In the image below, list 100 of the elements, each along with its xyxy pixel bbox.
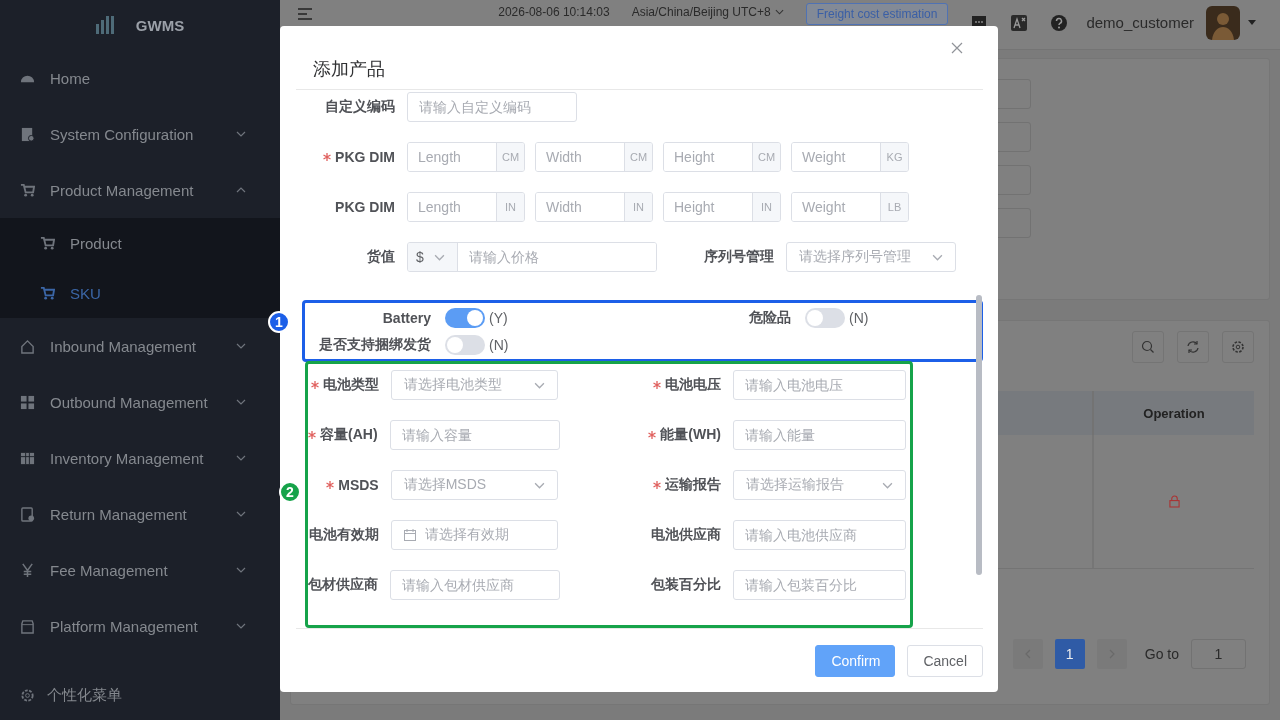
- page-button[interactable]: 1: [1054, 639, 1085, 669]
- field-label: 货值: [367, 248, 395, 266]
- toggle-switch[interactable]: [445, 334, 485, 355]
- select-field[interactable]: 请选择序列号管理: [786, 242, 956, 272]
- input-field[interactable]: Weight KG: [791, 142, 909, 172]
- close-icon: [951, 42, 963, 54]
- input-field[interactable]: 请输入包材供应商: [390, 570, 560, 601]
- receipt-icon: [20, 506, 35, 522]
- required-icon: [653, 381, 661, 390]
- custom-menu-link[interactable]: 个性化菜单: [0, 670, 280, 720]
- menu-item[interactable]: Return Management: [0, 486, 266, 542]
- document-icon: [20, 126, 35, 142]
- input-field[interactable]: Weight LB: [791, 192, 909, 222]
- scrollbar[interactable]: [976, 295, 982, 575]
- select-field[interactable]: 请选择运输报告: [733, 470, 906, 501]
- input-field[interactable]: 请输入容量: [389, 420, 560, 451]
- house-icon: [20, 338, 35, 354]
- grid-icon: [20, 394, 35, 410]
- field-label: MSDS: [338, 477, 379, 494]
- currency-select[interactable]: $: [408, 243, 458, 271]
- chevron-down-icon: [236, 511, 246, 517]
- menu-item[interactable]: System Configuration: [0, 106, 266, 162]
- store-icon: [20, 618, 35, 634]
- current-time: 2026-08-06 10:14:03: [498, 4, 610, 19]
- required-icon: [323, 153, 332, 161]
- goto-label: Go to: [1144, 646, 1179, 662]
- chevron-down-icon: [534, 481, 545, 489]
- select-field[interactable]: 请选择电池类型: [390, 370, 558, 401]
- username[interactable]: demo_customer: [1086, 14, 1194, 31]
- unit-label: IN: [624, 193, 652, 221]
- field-label: 电池供应商: [651, 526, 721, 545]
- input-field[interactable]: Width CM: [535, 142, 653, 172]
- help-icon[interactable]: [1050, 13, 1069, 32]
- menu-icon[interactable]: [297, 6, 313, 21]
- input-field[interactable]: 请输入包装百分比: [733, 570, 906, 601]
- menu-item[interactable]: Outbound Management: [0, 374, 266, 430]
- menu-item[interactable]: Product Management: [0, 162, 266, 218]
- goto-input[interactable]: 1: [1191, 639, 1246, 669]
- column-header: Operation: [1142, 404, 1206, 423]
- input-field[interactable]: Height CM: [663, 142, 781, 172]
- input-field[interactable]: $ 请输入价格: [407, 242, 657, 272]
- field-label: PKG DIM: [335, 199, 395, 215]
- settings-icon: [20, 687, 35, 703]
- input-field[interactable]: Length IN: [407, 192, 525, 222]
- chevron-down-icon: [236, 343, 246, 349]
- select-field[interactable]: 请选择MSDS: [390, 470, 558, 501]
- switch-state: (Y): [489, 309, 508, 326]
- menu-item[interactable]: Inventory Management: [0, 430, 266, 486]
- field-label: 序列号管理: [704, 248, 774, 266]
- translate-icon[interactable]: [1010, 13, 1029, 32]
- field-label: 电池电压: [665, 376, 721, 395]
- menu-item[interactable]: Platform Management: [0, 598, 266, 654]
- input-field[interactable]: 请输入能量: [733, 420, 906, 451]
- chevron-up-icon: [236, 187, 246, 193]
- switch-state: (N): [489, 336, 509, 353]
- timezone-select[interactable]: Asia/China/Beijing UTC+8: [631, 4, 784, 19]
- table-icon: [20, 450, 35, 466]
- menu-item[interactable]: Home: [0, 50, 266, 106]
- field-label: 包材供应商: [308, 576, 378, 595]
- required-icon: [310, 381, 319, 390]
- avatar[interactable]: [1206, 5, 1240, 40]
- submenu-item[interactable]: Product: [0, 218, 280, 268]
- refresh-icon: [1186, 340, 1200, 354]
- input-field[interactable]: 请输入电池电压: [733, 370, 906, 401]
- cart-icon: [40, 285, 55, 301]
- required-icon: [308, 431, 316, 440]
- settings-button[interactable]: [1222, 331, 1254, 363]
- chevron-down-icon: [433, 253, 445, 261]
- input-field[interactable]: Height IN: [663, 192, 781, 222]
- input-field[interactable]: Length CM: [407, 142, 525, 172]
- toggle-switch[interactable]: [445, 307, 485, 328]
- field-label: 电池类型: [322, 376, 379, 395]
- menu-item[interactable]: Fee Management: [0, 542, 266, 598]
- caret-icon[interactable]: [1248, 20, 1256, 25]
- cancel-button[interactable]: Cancel: [907, 644, 983, 677]
- calendar-icon: [403, 529, 416, 542]
- lock-icon[interactable]: [1168, 495, 1180, 508]
- chevron-down-icon: [932, 253, 943, 261]
- date-field[interactable]: 请选择有效期: [390, 520, 558, 551]
- unit-label: CM: [624, 143, 652, 171]
- close-button[interactable]: [951, 42, 965, 56]
- search-icon: [1141, 340, 1155, 354]
- input-field[interactable]: 请输入自定义编码: [407, 92, 577, 122]
- input-field[interactable]: Width IN: [535, 192, 653, 222]
- unit-label: IN: [752, 193, 780, 221]
- input-field[interactable]: 请输入电池供应商: [733, 520, 906, 551]
- menu-item[interactable]: Inbound Management: [0, 318, 266, 374]
- switch-label: Battery: [382, 309, 431, 326]
- refresh-button[interactable]: [1177, 331, 1209, 363]
- required-icon: [653, 481, 661, 490]
- yen-icon: [20, 562, 35, 578]
- chevron-down-icon: [534, 381, 545, 389]
- field-label: 容量(AH): [320, 426, 378, 445]
- confirm-button[interactable]: Confirm: [815, 644, 896, 677]
- unit-label: CM: [496, 143, 524, 171]
- field-label: 运输报告: [665, 476, 721, 495]
- toggle-switch[interactable]: [805, 307, 845, 328]
- dialog-title: 添加产品: [312, 58, 385, 81]
- chevron-down-icon: [236, 567, 246, 573]
- search-button[interactable]: [1132, 331, 1164, 363]
